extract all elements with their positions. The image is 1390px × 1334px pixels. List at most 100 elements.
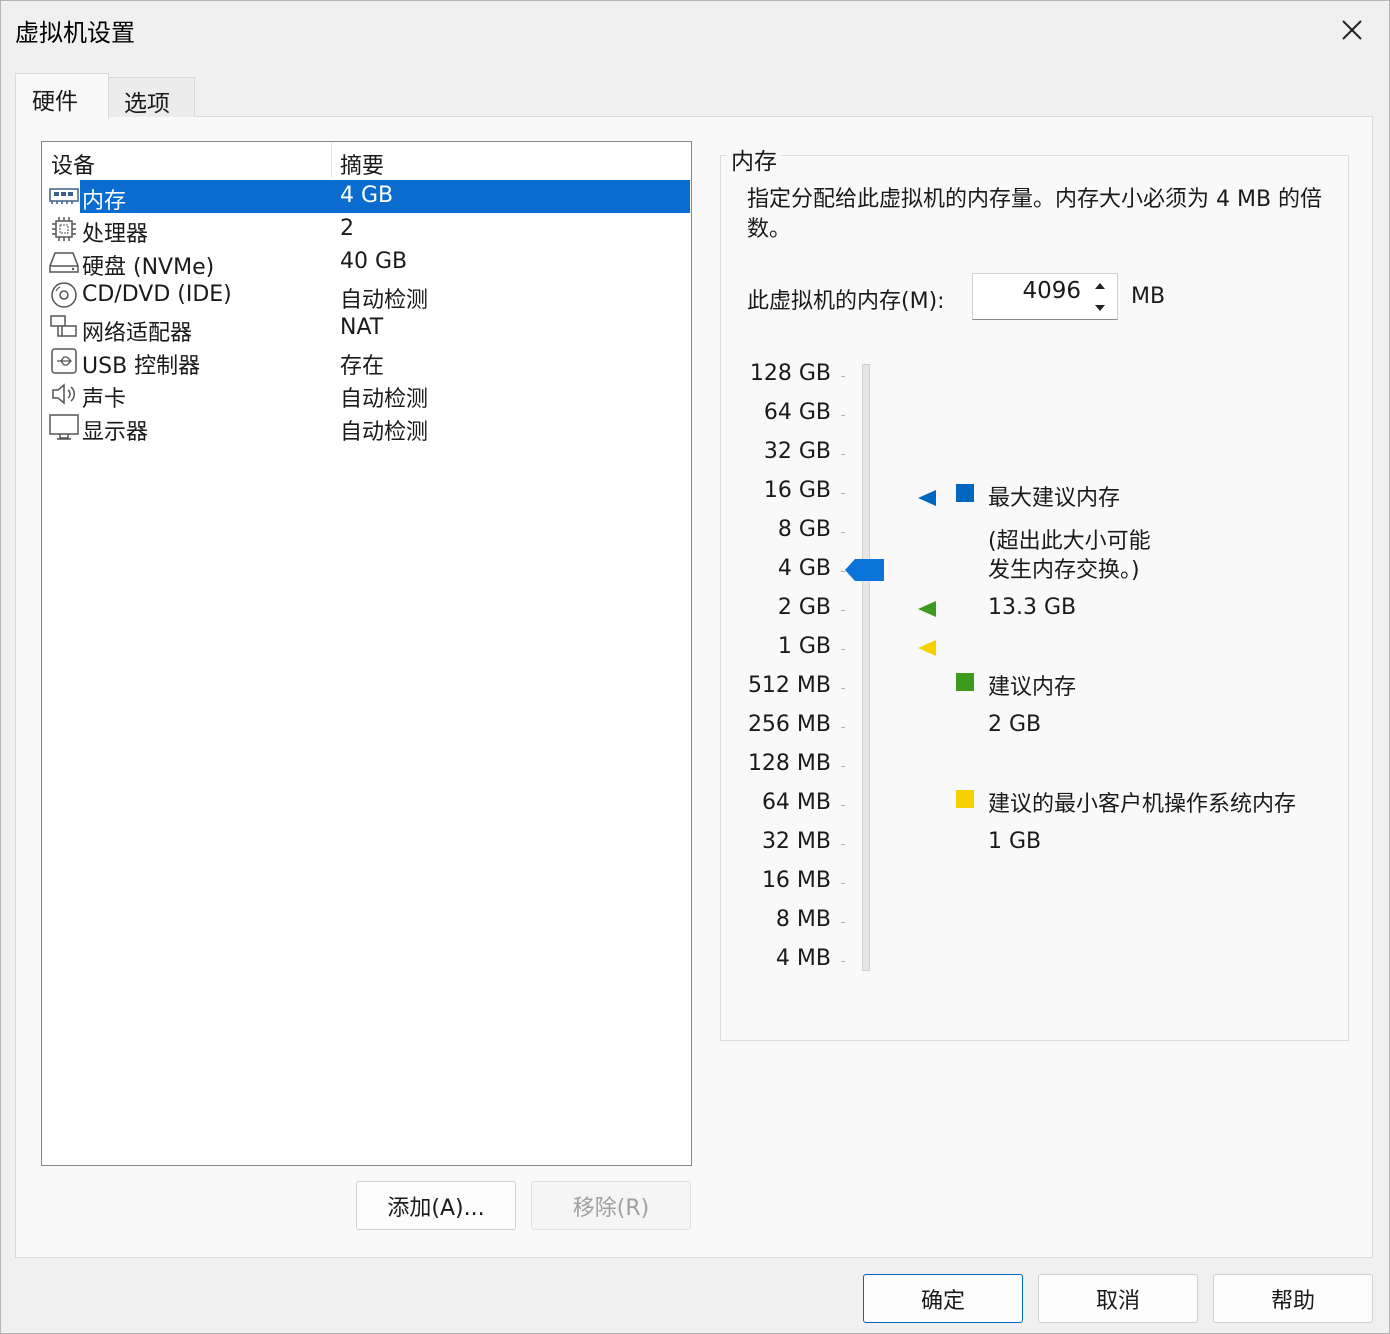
cd-dvd-icon	[48, 281, 80, 309]
spin-up-button[interactable]	[1085, 275, 1115, 296]
hard-disk-icon	[48, 248, 80, 276]
device-row-hard-disk[interactable]: 硬盘 (NVMe) 40 GB	[44, 246, 690, 280]
legend-recommended-value: 2 GB	[988, 712, 1042, 737]
column-separator	[331, 142, 332, 178]
recommended-marker	[918, 601, 936, 617]
min-recommended-marker	[918, 640, 936, 656]
device-row-usb-controller[interactable]: USB 控制器 存在	[44, 345, 690, 379]
device-name: 声卡	[82, 387, 127, 412]
device-summary: 4 GB	[340, 183, 394, 208]
scale-tick	[841, 649, 845, 650]
close-icon	[1342, 20, 1362, 40]
tab-hardware[interactable]: 硬件	[15, 73, 109, 119]
legend-max-title: 最大建议内存	[988, 486, 1121, 511]
tab-options[interactable]: 选项	[107, 77, 195, 117]
scale-label: 2 GB	[777, 595, 831, 620]
legend-max-note-line1: (超出此大小可能	[988, 529, 1151, 554]
usb-icon	[48, 347, 80, 375]
device-name: 网络适配器	[82, 321, 193, 346]
monitor-icon	[48, 413, 80, 441]
scale-label: 512 MB	[747, 673, 831, 698]
device-summary: 自动检测	[340, 288, 429, 313]
device-row-network-adapter[interactable]: 网络适配器 NAT	[44, 312, 690, 346]
scale-label: 16 MB	[761, 868, 831, 893]
device-summary: 2	[340, 216, 354, 241]
max-recommended-marker	[918, 490, 936, 506]
scale-tick	[841, 883, 845, 884]
column-header-summary[interactable]: 摘要	[340, 148, 384, 180]
legend-recommended-swatch	[956, 673, 974, 691]
device-name: 内存	[82, 189, 127, 214]
scale-tick	[841, 376, 845, 377]
memory-size-input[interactable]: 4096	[972, 273, 1118, 320]
scale-label: 4 MB	[775, 946, 831, 971]
scale-label: 8 GB	[777, 517, 831, 542]
scale-label: 256 MB	[747, 712, 831, 737]
legend-max-swatch	[956, 484, 974, 502]
device-list[interactable]: 设备 摘要 内存 4 GB 处理器 2 硬盘 (NVMe) 40 GB CD/D…	[41, 141, 692, 1166]
scale-tick	[841, 610, 845, 611]
scale-label: 128 MB	[747, 751, 831, 776]
device-name: USB 控制器	[82, 354, 201, 379]
memory-unit: MB	[1131, 284, 1166, 309]
scale-tick	[841, 415, 845, 416]
device-name: CD/DVD (IDE)	[82, 282, 232, 307]
device-name: 硬盘 (NVMe)	[82, 255, 215, 280]
device-row-cd-dvd[interactable]: CD/DVD (IDE) 自动检测	[44, 279, 690, 313]
scale-label: 64 MB	[761, 790, 831, 815]
speaker-icon	[48, 380, 80, 408]
scale-label: 8 MB	[775, 907, 831, 932]
scale-label: 32 MB	[761, 829, 831, 854]
memory-slider-thumb[interactable]	[845, 558, 885, 582]
chevron-down-icon	[1095, 304, 1105, 311]
scale-tick	[841, 727, 845, 728]
scale-label: 4 GB	[777, 556, 831, 581]
device-row-processor[interactable]: 处理器 2	[44, 213, 690, 247]
scale-tick	[841, 493, 845, 494]
device-summary: 自动检测	[340, 387, 429, 412]
legend-min-value: 1 GB	[988, 829, 1042, 854]
chevron-up-icon	[1095, 282, 1105, 289]
scale-label: 16 GB	[763, 478, 831, 503]
device-row-display[interactable]: 显示器 自动检测	[44, 411, 690, 445]
legend-recommended-title: 建议内存	[988, 675, 1077, 700]
legend-max-note-line2: 发生内存交换。)	[988, 558, 1140, 583]
device-name: 处理器	[82, 222, 149, 247]
cancel-button[interactable]: 取消	[1038, 1274, 1198, 1323]
device-summary: 存在	[340, 354, 385, 379]
device-summary: 40 GB	[340, 249, 408, 274]
memory-description: 指定分配给此虚拟机的内存量。内存大小必须为 4 MB 的倍数。	[747, 187, 1323, 242]
vm-settings-window: 虚拟机设置 硬件 选项 设备 摘要 内存 4 GB 处理器 2 硬盘 (NVMe…	[0, 0, 1390, 1334]
scale-tick	[841, 688, 845, 689]
ok-button[interactable]: 确定	[863, 1274, 1023, 1323]
spin-down-button[interactable]	[1085, 297, 1115, 318]
memory-input-label: 此虚拟机的内存(M):	[747, 289, 945, 314]
column-header-device[interactable]: 设备	[51, 148, 95, 180]
memory-size-value[interactable]: 4096	[1022, 278, 1081, 304]
legend-max-value: 13.3 GB	[988, 595, 1077, 620]
scale-label: 64 GB	[763, 400, 831, 425]
device-summary: 自动检测	[340, 420, 429, 445]
remove-device-button[interactable]: 移除(R)	[531, 1181, 691, 1230]
close-button[interactable]	[1329, 9, 1375, 51]
help-button[interactable]: 帮助	[1213, 1274, 1373, 1323]
device-row-memory[interactable]: 内存 4 GB	[44, 180, 690, 214]
scale-tick	[841, 922, 845, 923]
scale-label: 128 GB	[749, 361, 831, 386]
network-adapter-icon	[48, 314, 80, 342]
scale-tick	[841, 766, 845, 767]
memory-slider-track[interactable]	[862, 364, 870, 971]
processor-icon	[48, 215, 80, 243]
scale-tick	[841, 961, 845, 962]
legend-min-swatch	[956, 790, 974, 808]
scale-label: 1 GB	[777, 634, 831, 659]
device-row-sound-card[interactable]: 声卡 自动检测	[44, 378, 690, 412]
scale-tick	[841, 454, 845, 455]
scale-tick	[841, 844, 845, 845]
scale-tick	[841, 805, 845, 806]
add-device-button[interactable]: 添加(A)...	[356, 1181, 516, 1230]
device-summary: NAT	[340, 315, 384, 340]
device-name: 显示器	[82, 420, 149, 445]
legend-min-title: 建议的最小客户机操作系统内存	[988, 792, 1297, 817]
window-title: 虚拟机设置	[15, 19, 135, 47]
